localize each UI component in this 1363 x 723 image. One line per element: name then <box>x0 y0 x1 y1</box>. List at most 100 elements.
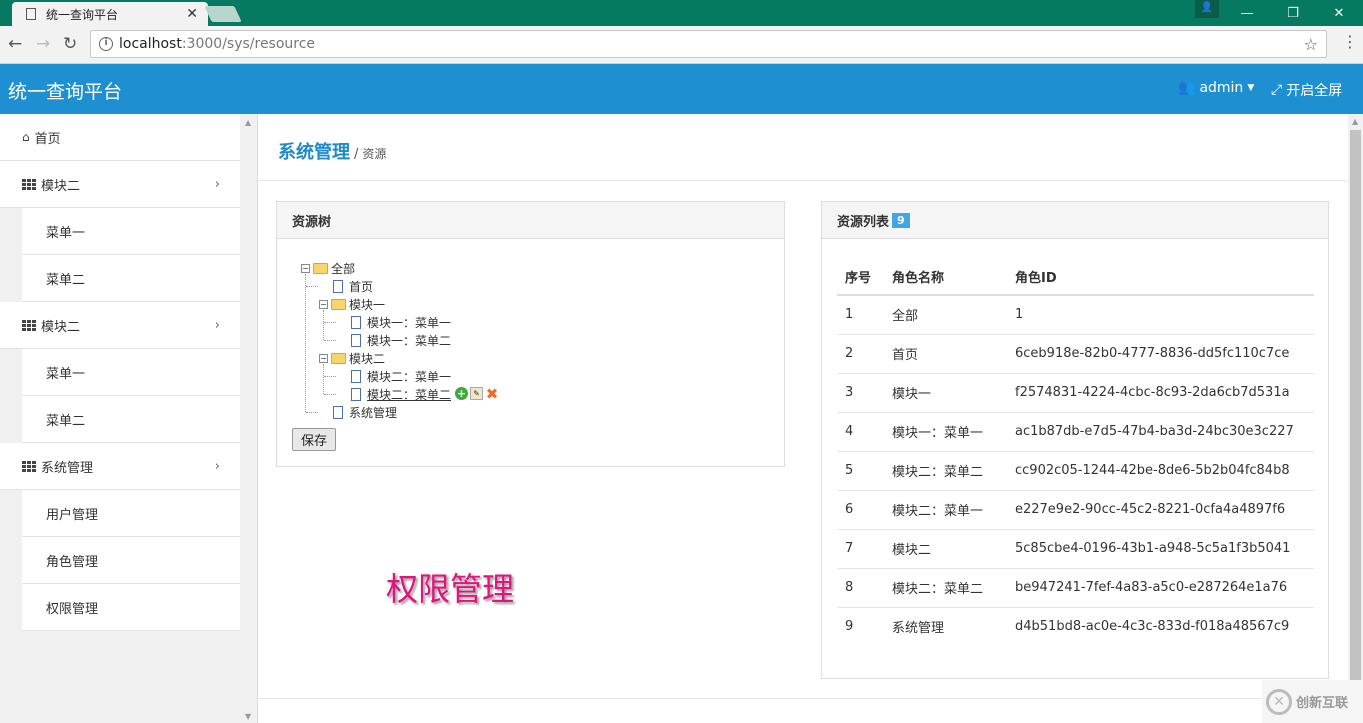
chevron-right-icon: › <box>214 458 220 474</box>
sidebar-group-module[interactable]: 模块二 › <box>0 302 240 349</box>
page-icon <box>351 369 361 383</box>
tree-node-label: 模块二：菜单一 <box>367 369 452 384</box>
sidebar-item-menu1[interactable]: 菜单一 <box>22 208 240 255</box>
sidebar-item-label: 用户管理 <box>46 507 99 523</box>
tree-node-label: 首页 <box>349 279 374 294</box>
tree-node-module2-menu1[interactable]: 模块二：菜单一 <box>351 368 451 384</box>
close-tab-icon[interactable]: ✕ <box>186 6 198 22</box>
sidebar-group-module[interactable]: 模块二 › <box>0 161 240 208</box>
logo: ✕ 创新互联 <box>1262 680 1363 723</box>
tree-node-actions: + ✎ ✖ <box>455 387 499 402</box>
resource-list-panel: 资源列表 9 序号 角色名称 角色ID 1 全部 1 2 首页 6ceb918e-82b… <box>821 201 1329 679</box>
logo-text: 创新互联 <box>1296 696 1349 711</box>
sidebar-item-users[interactable]: 用户管理 <box>22 490 240 537</box>
chevron-right-icon: › <box>214 176 220 192</box>
sidebar-item-label: 菜单一 <box>46 366 86 382</box>
scroll-down-icon[interactable]: ▼ <box>245 712 251 721</box>
tree-node-home[interactable]: 首页 <box>333 278 373 294</box>
collapse-icon[interactable]: − <box>301 263 310 273</box>
cell-name: 模块二 <box>884 529 1007 569</box>
cell-id: cc902c05-1244-42be-8de6-5b2b04fc84b8 <box>1007 451 1314 491</box>
column-header-index: 序号 <box>837 258 884 296</box>
new-tab-button[interactable] <box>204 6 242 22</box>
sidebar-item-menu2[interactable]: 菜单二 <box>22 396 240 443</box>
tree-node-label: 模块一：菜单一 <box>367 315 452 330</box>
close-window-icon[interactable]: ✕ <box>1324 0 1354 26</box>
table-row: 5 模块二：菜单二 cc902c05-1244-42be-8de6-5b2b04fc… <box>837 451 1314 491</box>
sidebar: ⌂ 首页 模块二 › 菜单一 菜单二 模块二 › 菜单一 菜单二 系统管理 › … <box>0 114 258 723</box>
tree-node-module1-menu1[interactable]: 模块一：菜单一 <box>351 314 451 330</box>
scroll-up-icon[interactable]: ▲ <box>245 118 251 127</box>
cell-name: 系统管理 <box>892 621 945 637</box>
minimize-icon[interactable]: — <box>1232 0 1262 26</box>
delete-icon[interactable]: ✖ <box>485 387 499 402</box>
cell-index: 6 <box>837 490 884 530</box>
profile-icon[interactable]: 👤 <box>1195 0 1219 18</box>
sidebar-item-permissions[interactable]: 权限管理 <box>22 584 240 631</box>
footer-divider <box>258 698 1348 699</box>
page-icon <box>333 405 343 419</box>
cell-index: 4 <box>837 412 884 452</box>
url-input[interactable]: i localhost:3000/sys/resource ☆ <box>90 30 1327 58</box>
cell-id: ac1b87db-e7d5-47b4-ba3d-24bc30e3c227 <box>1007 412 1314 452</box>
tree-node-module2[interactable]: − 模块二 <box>319 350 385 366</box>
sidebar-group-label: 模块二 <box>41 178 81 194</box>
tree-node-module1-menu2[interactable]: 模块一：菜单二 <box>351 332 451 348</box>
cell-name: 模块一 <box>884 373 1007 413</box>
main-scrollbar[interactable]: ▲ <box>1348 114 1363 723</box>
cell-name: 模块二：菜单二 <box>884 451 1007 491</box>
fullscreen-button[interactable]: ⤢ 开启全屏 <box>1271 80 1342 100</box>
th-grid-icon <box>22 460 36 472</box>
bookmark-star-icon[interactable]: ☆ <box>1304 35 1318 54</box>
add-icon[interactable]: + <box>455 387 469 400</box>
cell-index: 2 <box>837 334 884 374</box>
browser-menu-icon[interactable]: ⋮ <box>1342 32 1358 51</box>
cell-id: d4b51bd8-ac0e-4c3c-833d-f018a48567c9 <box>1015 619 1290 635</box>
collapse-icon[interactable]: − <box>319 353 328 363</box>
panel-title: 资源列表 <box>837 214 890 230</box>
browser-tab-title: 统一查询平台 <box>46 7 119 22</box>
cell-id: 5c85cbe4-0196-43b1-a948-5c5a1f3b5041 <box>1007 529 1314 569</box>
tree-line <box>323 310 324 340</box>
folder-icon <box>331 352 346 364</box>
cell-name: 模块二：菜单一 <box>884 490 1007 530</box>
sidebar-scrollbar[interactable]: ▲ ▼ <box>241 114 257 723</box>
save-button[interactable]: 保存 <box>292 428 336 451</box>
sidebar-item-roles[interactable]: 角色管理 <box>22 537 240 584</box>
collapse-icon[interactable]: − <box>319 299 328 309</box>
tree-node-module1[interactable]: − 模块一 <box>319 296 385 312</box>
count-badge: 9 <box>892 212 910 228</box>
restore-icon[interactable]: ❐ <box>1278 0 1308 26</box>
sidebar-group-system[interactable]: 系统管理 › <box>0 443 240 490</box>
tree-node-label: 系统管理 <box>349 405 398 420</box>
info-icon[interactable]: i <box>99 37 113 51</box>
edit-icon[interactable]: ✎ <box>470 387 484 400</box>
browser-tab[interactable]: 统一查询平台 ✕ <box>12 2 208 26</box>
table-row: 2 首页 6ceb918e-82b0-4777-8836-dd5fc110c7ce <box>837 334 1314 374</box>
scrollbar-thumb[interactable] <box>1350 130 1361 690</box>
table-row: 9 系统管理 d4b51bd8-ac0e-4c3c-833d-f018a48567c… <box>837 607 1314 646</box>
tree-line <box>305 274 306 412</box>
sidebar-item-menu2[interactable]: 菜单二 <box>22 255 240 302</box>
reload-icon[interactable]: ↻ <box>63 34 77 54</box>
tree-node-label: 模块二：菜单二 <box>367 387 452 402</box>
sidebar-item-home[interactable]: ⌂ 首页 <box>0 114 240 161</box>
main-content: 系统管理 / 资源 资源树 − 全部 首页 − 模块一 模块一：菜单一 模块一：… <box>258 114 1348 723</box>
table-header-row: 序号 角色名称 角色ID <box>837 258 1314 296</box>
tree-node-label: 模块二 <box>349 351 386 366</box>
forward-icon[interactable]: → <box>36 34 50 54</box>
breadcrumb-main[interactable]: 系统管理 <box>278 138 350 164</box>
back-icon[interactable]: ← <box>8 34 22 54</box>
folder-icon <box>331 298 346 310</box>
scroll-up-icon[interactable]: ▲ <box>1352 117 1358 126</box>
tree-line <box>324 376 336 377</box>
tree-node-root[interactable]: − 全部 <box>301 260 355 276</box>
tree-node-label: 模块一 <box>349 297 386 312</box>
tree-node-module2-menu2[interactable]: 模块二：菜单二 + ✎ ✖ <box>351 386 499 402</box>
tree-node-system[interactable]: 系统管理 <box>333 404 397 420</box>
sidebar-item-menu1[interactable]: 菜单一 <box>22 349 240 396</box>
admin-label: admin <box>1199 80 1244 96</box>
cell-index: 8 <box>837 568 884 608</box>
admin-menu[interactable]: 👥 admin ▼ <box>1178 80 1254 96</box>
chevron-right-icon: › <box>214 317 220 333</box>
